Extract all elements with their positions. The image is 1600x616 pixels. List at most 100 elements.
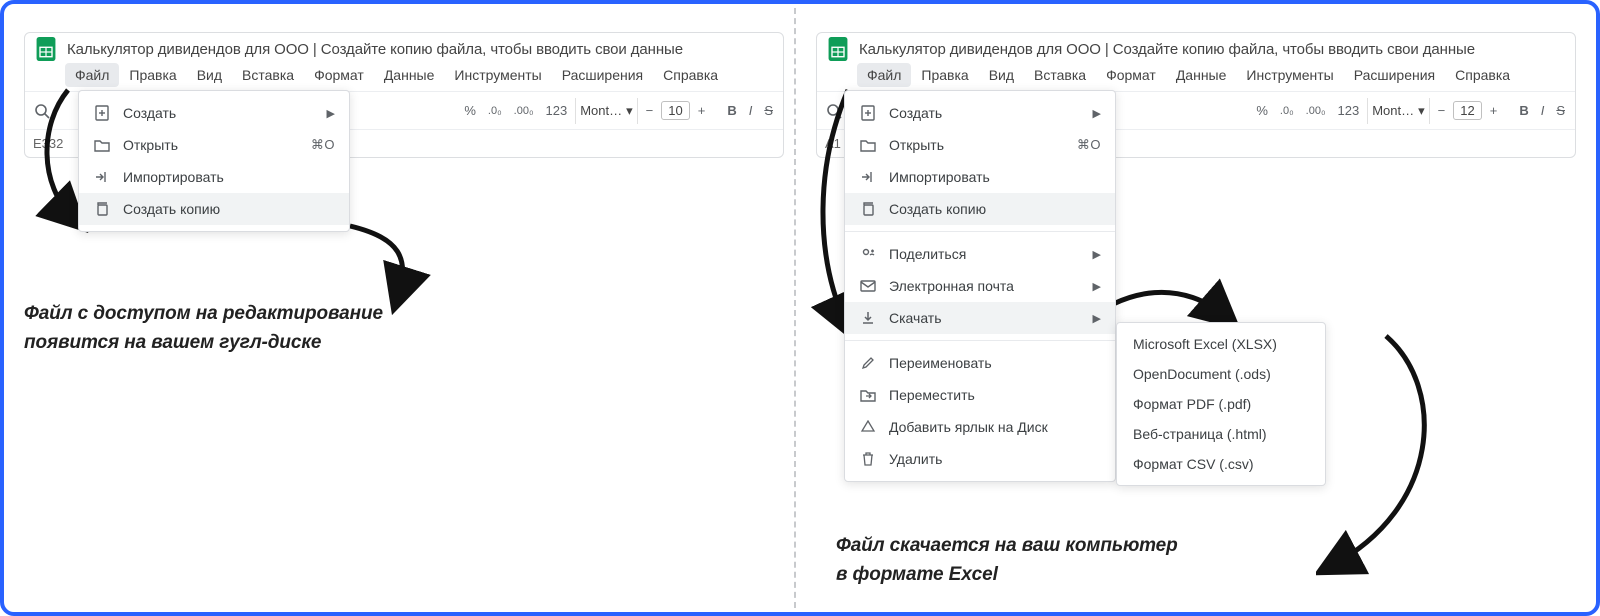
increase-font-size[interactable]: + <box>694 103 710 118</box>
menu-item-create[interactable]: Создать ▶ <box>79 97 349 129</box>
new-file-icon <box>93 104 111 122</box>
menu-help[interactable]: Справка <box>1445 63 1520 87</box>
menu-extensions[interactable]: Расширения <box>1344 63 1445 87</box>
italic-button[interactable]: I <box>1537 103 1549 118</box>
menu-item-open[interactable]: Открыть ⌘O <box>845 129 1115 161</box>
menu-item-label: Удалить <box>889 451 1101 467</box>
menu-item-add-shortcut[interactable]: Добавить ярлык на Диск <box>845 411 1115 443</box>
download-xlsx[interactable]: Microsoft Excel (XLSX) <box>1117 329 1325 359</box>
menu-item-import[interactable]: Импортировать <box>79 161 349 193</box>
annotation-arrow <box>1316 328 1446 588</box>
menu-item-open[interactable]: Открыть ⌘O <box>79 129 349 161</box>
menu-insert[interactable]: Вставка <box>232 63 304 87</box>
menu-item-label: Импортировать <box>889 169 1101 185</box>
increase-font-size[interactable]: + <box>1486 103 1502 118</box>
menubar: Файл Правка Вид Вставка Формат Данные Ин… <box>817 61 1575 91</box>
increase-decimal[interactable]: .00₀ <box>510 105 538 117</box>
menu-item-label: Электронная почта <box>889 278 1081 294</box>
italic-button[interactable]: I <box>745 103 757 118</box>
bold-button[interactable]: B <box>723 103 740 118</box>
increase-decimal[interactable]: .00₀ <box>1302 105 1330 117</box>
decrease-font-size[interactable]: − <box>1434 103 1450 118</box>
menu-item-label: Открыть <box>889 137 1065 153</box>
more-formats[interactable]: 123 <box>1334 103 1364 118</box>
annotation-caption: Файл скачается на ваш компьютер в формат… <box>836 532 1178 589</box>
folder-icon <box>93 136 111 154</box>
menu-item-create[interactable]: Создать ▶ <box>845 97 1115 129</box>
menu-item-import[interactable]: Импортировать <box>845 161 1115 193</box>
menu-item-label: Создать копию <box>889 201 1101 217</box>
bold-button[interactable]: B <box>1515 103 1532 118</box>
copy-icon <box>93 200 111 218</box>
menu-tools[interactable]: Инструменты <box>1236 63 1343 87</box>
annotation-caption: Файл с доступом на редактирование появит… <box>24 300 383 357</box>
menu-item-label: Поделиться <box>889 246 1081 262</box>
menu-item-label: Импортировать <box>123 169 335 185</box>
strikethrough-button[interactable]: S <box>1552 103 1569 118</box>
move-folder-icon <box>859 386 877 404</box>
menu-item-label: Скачать <box>889 310 1081 326</box>
decrease-decimal[interactable]: .0₀ <box>484 105 506 117</box>
download-pdf[interactable]: Формат PDF (.pdf) <box>1117 389 1325 419</box>
google-sheets-icon <box>33 36 59 62</box>
trash-icon <box>859 450 877 468</box>
font-name: Mont… <box>580 103 622 118</box>
menu-insert[interactable]: Вставка <box>1024 63 1096 87</box>
file-menu: Создать ▶ Открыть ⌘O Импортировать Созда… <box>78 90 350 232</box>
new-file-icon <box>859 104 877 122</box>
menu-item-download[interactable]: Скачать ▶ <box>845 302 1115 334</box>
menu-item-delete[interactable]: Удалить <box>845 443 1115 475</box>
keyboard-shortcut: ⌘O <box>311 137 335 153</box>
keyboard-shortcut: ⌘O <box>1077 137 1101 153</box>
menu-view[interactable]: Вид <box>979 63 1024 87</box>
menu-data[interactable]: Данные <box>1166 63 1237 87</box>
folder-icon <box>859 136 877 154</box>
pencil-icon <box>859 354 877 372</box>
menu-data[interactable]: Данные <box>374 63 445 87</box>
decrease-font-size[interactable]: − <box>642 103 658 118</box>
vertical-divider <box>794 8 796 608</box>
document-title: Калькулятор дивидендов для ООО | Создайт… <box>67 41 683 58</box>
percent-format[interactable]: % <box>460 103 480 118</box>
google-sheets-icon <box>825 36 851 62</box>
menu-item-label: Создать копию <box>123 201 335 217</box>
menu-item-label: Переименовать <box>889 355 1101 371</box>
percent-format[interactable]: % <box>1252 103 1272 118</box>
menu-item-email[interactable]: Электронная почта ▶ <box>845 270 1115 302</box>
menu-item-label: Создать <box>123 105 315 121</box>
font-size-input[interactable]: 12 <box>1453 101 1481 120</box>
menu-format[interactable]: Формат <box>304 63 374 87</box>
submenu-arrow-icon: ▶ <box>1093 312 1101 325</box>
font-size-input[interactable]: 10 <box>661 101 689 120</box>
titlebar: Калькулятор дивидендов для ООО | Создайт… <box>817 33 1575 61</box>
file-menu: Создать ▶ Открыть ⌘O Импортировать Созда… <box>844 90 1116 482</box>
more-formats[interactable]: 123 <box>542 103 572 118</box>
menu-item-share[interactable]: Поделиться ▶ <box>845 238 1115 270</box>
decrease-decimal[interactable]: .0₀ <box>1276 105 1298 117</box>
menu-item-make-copy[interactable]: Создать копию <box>845 193 1115 225</box>
menu-help[interactable]: Справка <box>653 63 728 87</box>
menu-separator <box>845 231 1115 232</box>
strikethrough-button[interactable]: S <box>760 103 777 118</box>
download-html[interactable]: Веб-страница (.html) <box>1117 419 1325 449</box>
menu-item-label: Переместить <box>889 387 1101 403</box>
menu-format[interactable]: Формат <box>1096 63 1166 87</box>
download-submenu: Microsoft Excel (XLSX) OpenDocument (.od… <box>1116 322 1326 486</box>
menu-tools[interactable]: Инструменты <box>444 63 551 87</box>
menu-view[interactable]: Вид <box>187 63 232 87</box>
font-selector[interactable]: Mont… ▾ <box>575 98 637 124</box>
menu-item-move[interactable]: Переместить <box>845 379 1115 411</box>
menu-item-label: Добавить ярлык на Диск <box>889 419 1101 435</box>
import-icon <box>93 168 111 186</box>
chevron-down-icon: ▾ <box>626 103 633 119</box>
menu-item-rename[interactable]: Переименовать <box>845 347 1115 379</box>
email-icon <box>859 277 877 295</box>
font-selector[interactable]: Mont… ▾ <box>1367 98 1429 124</box>
download-ods[interactable]: OpenDocument (.ods) <box>1117 359 1325 389</box>
menu-edit[interactable]: Правка <box>119 63 186 87</box>
menu-extensions[interactable]: Расширения <box>552 63 653 87</box>
menu-item-make-copy[interactable]: Создать копию <box>79 193 349 225</box>
download-csv[interactable]: Формат CSV (.csv) <box>1117 449 1325 479</box>
menu-item-label: Открыть <box>123 137 299 153</box>
menu-edit[interactable]: Правка <box>911 63 978 87</box>
